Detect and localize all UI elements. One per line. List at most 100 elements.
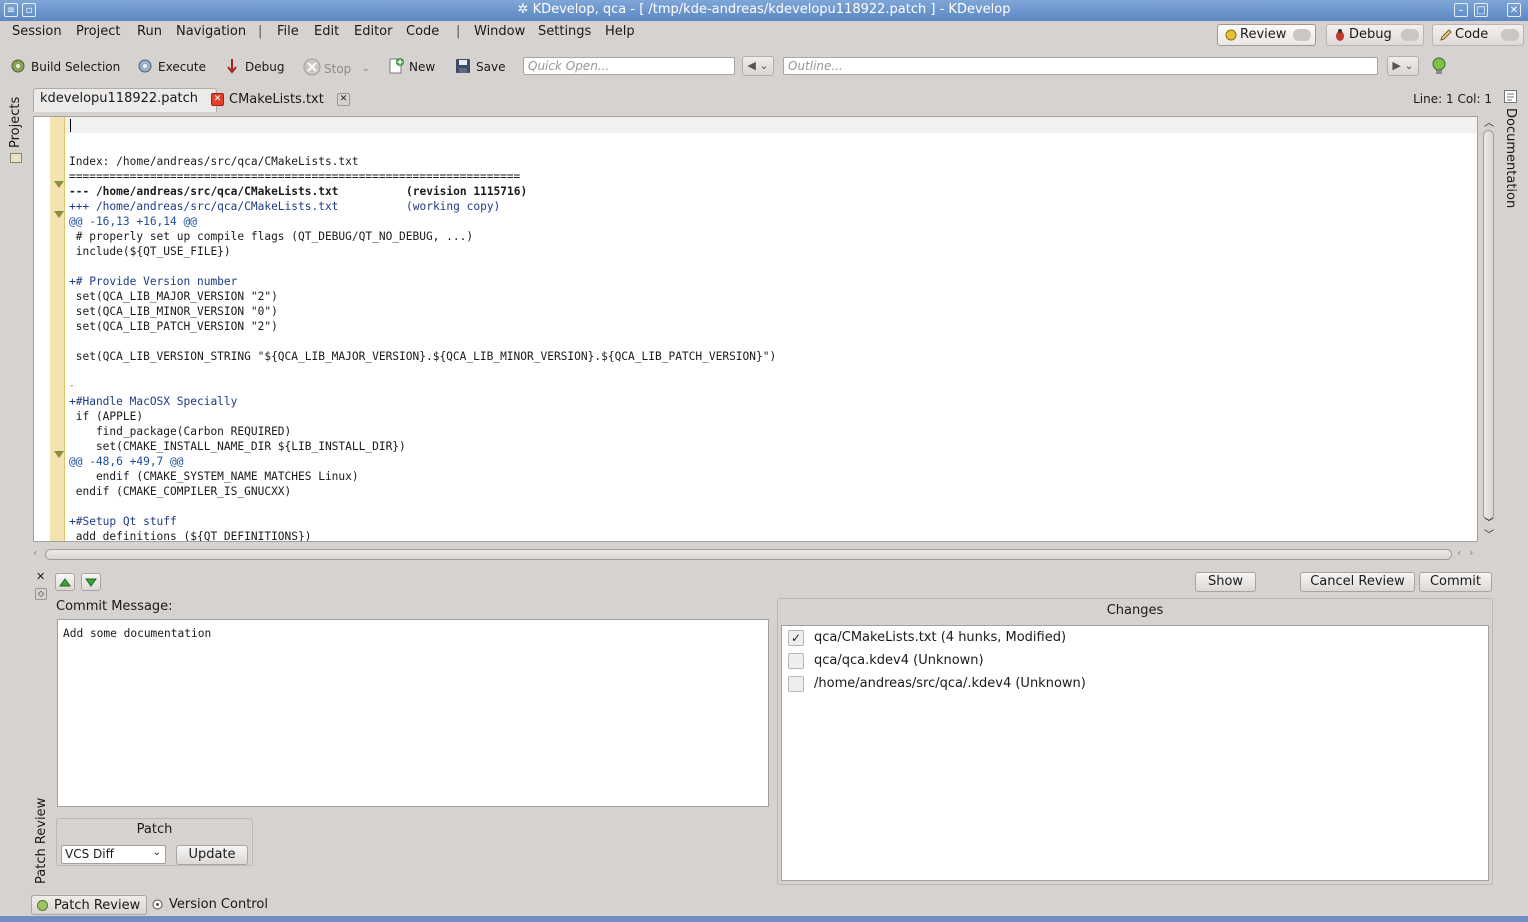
area-debug-button[interactable]: Debug [1326,24,1424,46]
show-button[interactable]: Show [1195,572,1256,592]
scroll-right-icon[interactable]: › [1469,546,1473,559]
change-checkbox[interactable]: ✓ [788,630,804,646]
fold-marker-icon[interactable] [54,181,64,188]
close-tab-icon[interactable]: ✕ [337,93,350,106]
menu-separator: | [258,24,263,39]
area-code-button[interactable]: Code [1432,24,1524,46]
changes-group: Changes ✓ qca/CMakeLists.txt (4 hunks, M… [777,598,1493,885]
code-line: set(QCA_LIB_PATCH_VERSION "2") [69,320,278,333]
previous-hunk-button[interactable] [55,573,75,591]
new-button[interactable]: New [388,58,435,74]
tab-cmakelists-txt[interactable]: CMakeLists.txt ✕ [229,90,350,110]
menu-code[interactable]: Code [406,24,439,39]
projects-dock-tab[interactable]: Projects [8,97,23,148]
fold-marker-icon[interactable] [54,451,64,458]
stop-dropdown-icon[interactable]: ⌄ [362,64,370,74]
code-line: +#Handle MacOSX Specially [69,395,238,408]
change-checkbox[interactable] [788,676,804,692]
arrow-down-icon [85,578,97,587]
gutter-border [64,117,65,541]
close-icon[interactable]: ✕ [1507,3,1521,17]
scroll-left-icon[interactable]: ‹ [1457,546,1461,559]
documentation-dock-tab[interactable]: Documentation [1503,108,1518,208]
kdevelop-logo-icon: ✲ [517,2,529,17]
patch-review-dock-tab[interactable]: Patch Review [34,798,49,884]
horizontal-scroll-thumb[interactable] [45,549,1452,560]
stop-icon [303,58,321,76]
patch-editor[interactable]: Index: /home/andreas/src/qca/CMakeLists.… [33,116,1478,542]
menu-session[interactable]: Session [12,24,62,39]
editor-vertical-scrollbar[interactable]: ︿ ﹀ ﹀ [1480,116,1497,542]
commit-button[interactable]: Commit [1419,572,1492,592]
tab-kdevelopu118922-patch[interactable]: kdevelopu118922.patch ✕ [33,88,224,112]
forward-arrow-icon: ▶ ⌄ [1392,59,1414,72]
save-disk-icon [455,58,471,74]
editor-horizontal-scrollbar[interactable]: ‹ ‹ › [33,546,1478,563]
cursor-position: Line: 1 Col: 1 [1413,92,1492,106]
title-bar[interactable]: ≡ ▫ ✲ KDevelop, qca - [ /tmp/kde-andreas… [0,0,1528,21]
review-icon [1224,28,1238,46]
code-line: - [69,381,75,391]
menu-window[interactable]: Window [474,24,525,39]
area-indicator [1501,29,1519,41]
patch-group-title: Patch [136,822,173,837]
close-tab-icon[interactable]: ✕ [211,93,224,106]
next-hunk-button[interactable] [81,573,101,591]
float-panel-icon[interactable]: ◇ [35,588,47,600]
maximize-icon[interactable]: □ [1474,3,1488,17]
vertical-scroll-thumb[interactable] [1483,130,1494,520]
scroll-down-icon[interactable]: ﹀ [1484,526,1494,541]
area-indicator [1293,29,1311,41]
scroll-up-icon[interactable]: ︿ [1484,114,1494,129]
code-line: find_package(Carbon REQUIRED) [69,425,292,438]
stop-button[interactable]: Stop [303,58,351,76]
menu-project[interactable]: Project [76,24,120,39]
patch-group: Patch VCS Diff ⌄ Update [56,818,253,866]
outline-input[interactable]: Outline... [783,57,1378,75]
code-line: --- /home/andreas/src/qca/CMakeLists.txt… [69,185,528,198]
tab-patch-review[interactable]: Patch Review [31,895,148,916]
change-checkbox[interactable] [788,653,804,669]
code-line: +#Setup Qt stuff [69,515,177,528]
area-review-button[interactable]: Review [1217,24,1316,46]
menu-settings[interactable]: Settings [538,24,591,39]
debug-button[interactable]: Debug [224,58,284,74]
execute-button[interactable]: Execute [137,58,206,74]
debug-arrow-icon [224,58,240,74]
fold-marker-icon[interactable] [54,211,64,218]
code-line: endif (CMAKE_SYSTEM_NAME MATCHES Linux) [69,470,359,483]
forward-navigation-button[interactable]: ▶ ⌄ [1387,56,1419,76]
menu-help[interactable]: Help [605,24,635,39]
menu-run[interactable]: Run [137,24,162,39]
scroll-left-icon[interactable]: ‹ [33,546,37,559]
documentation-icon [1504,90,1517,107]
quick-open-input[interactable]: Quick Open... [523,57,735,75]
update-button[interactable]: Update [176,845,248,865]
commit-message-input[interactable]: Add some documentation [57,619,769,807]
version-control-icon [151,898,164,915]
build-selection-button[interactable]: Build Selection [10,58,120,74]
menu-edit[interactable]: Edit [314,24,339,39]
patch-review-icon [36,899,49,916]
menu-editor[interactable]: Editor [354,24,392,39]
window-bottom-border [0,916,1528,922]
tab-version-control[interactable]: Version Control [147,895,274,915]
lightbulb-icon[interactable] [1430,56,1448,80]
code-line: set(QCA_LIB_MINOR_VERSION "0") [69,305,278,318]
code-line: set(QCA_LIB_MAJOR_VERSION "2") [69,290,278,303]
close-panel-icon[interactable]: ✕ [36,570,45,583]
menu-navigation[interactable]: Navigation [176,24,246,39]
code-line: Index: /home/andreas/src/qca/CMakeLists.… [69,155,359,168]
menu-file[interactable]: File [277,24,299,39]
patch-source-select[interactable]: VCS Diff ⌄ [61,845,166,864]
back-arrow-icon: ◀ ⌄ [747,59,769,72]
back-navigation-button[interactable]: ◀ ⌄ [742,56,774,76]
code-line: set(CMAKE_INSTALL_NAME_DIR ${LIB_INSTALL… [69,440,406,453]
cancel-review-button[interactable]: Cancel Review [1300,572,1415,592]
minimize-icon[interactable]: – [1454,3,1468,17]
save-button[interactable]: Save [455,58,505,74]
